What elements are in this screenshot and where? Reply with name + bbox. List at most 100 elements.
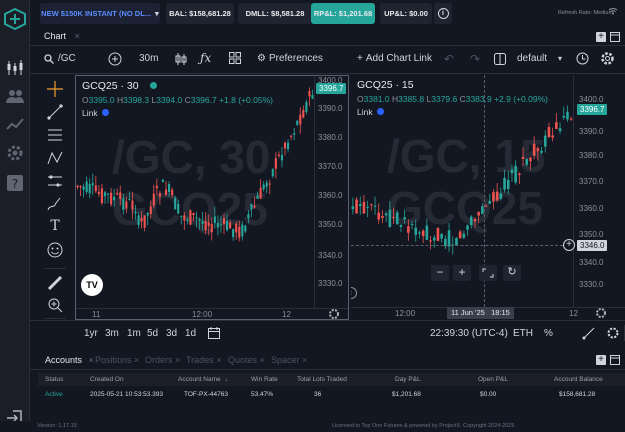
users-icon[interactable]	[5, 86, 25, 106]
function-icon[interactable]: ƒx	[200, 51, 211, 65]
add-tab-icon[interactable]: +	[596, 32, 606, 42]
candle-body	[296, 120, 299, 125]
fit-screen-button[interactable]	[479, 265, 497, 281]
tab-chart[interactable]: Chart ×	[44, 31, 80, 41]
y-axis-label: 3400.0	[579, 95, 604, 104]
close-icon[interactable]: ×	[89, 355, 94, 365]
symbol-input[interactable]: /GC	[58, 53, 76, 64]
candle-body	[82, 186, 85, 190]
cell-open-pnl: $0.00	[480, 391, 497, 398]
col-status[interactable]: Status	[45, 376, 63, 383]
templates-icon[interactable]	[229, 52, 241, 64]
undo-icon[interactable]: ↶	[444, 52, 454, 66]
tab-trades[interactable]: Trades ×	[186, 355, 221, 365]
accounts-table-header: Status Created On Account Name ↓ Win Rat…	[38, 373, 625, 386]
ruler-icon[interactable]	[46, 274, 64, 292]
pane-settings-icon[interactable]	[328, 308, 340, 319]
settings-icon[interactable]	[600, 51, 615, 66]
emoji-icon[interactable]	[46, 241, 64, 259]
link-row[interactable]: Link	[82, 108, 109, 118]
pattern-icon[interactable]	[46, 149, 64, 167]
account-select[interactable]: NEW $150K INSTANT (NO DL... ▾	[40, 3, 160, 24]
close-icon[interactable]: ×	[260, 355, 265, 365]
close-icon[interactable]: ×	[216, 355, 221, 365]
tab-orders[interactable]: Orders ×	[145, 355, 180, 365]
add-order-icon[interactable]: +	[563, 239, 575, 251]
zoom-in-icon[interactable]	[46, 296, 64, 314]
zoom-out-button[interactable]: −	[431, 265, 449, 281]
info-button[interactable]: i	[434, 3, 452, 24]
brand-logo-icon	[4, 8, 26, 30]
chart-settings-icon[interactable]	[606, 326, 620, 340]
redo-icon[interactable]: ↷	[470, 52, 480, 66]
col-total-lots[interactable]: Total Lots Traded	[297, 376, 347, 383]
range-3m[interactable]: 3m	[105, 328, 119, 339]
chart-candles-icon[interactable]	[5, 58, 25, 78]
search-icon[interactable]	[44, 54, 54, 64]
percent-toggle[interactable]: %	[544, 328, 553, 339]
gear-icon[interactable]	[5, 143, 25, 163]
close-icon[interactable]: ×	[134, 355, 139, 365]
brush-icon[interactable]	[46, 195, 64, 213]
crosshair-icon[interactable]	[46, 80, 64, 98]
link-row[interactable]: Link	[357, 107, 384, 117]
clock-text[interactable]: 22:39:30 (UTC-4)	[430, 328, 508, 339]
tab-spacer[interactable]: Spacer ×	[271, 355, 307, 365]
text-tool-icon[interactable]: T	[46, 218, 64, 236]
help-icon[interactable]: ?	[5, 173, 25, 193]
close-icon[interactable]: ×	[75, 31, 80, 41]
preferences-button[interactable]: ⚙ Preferences	[257, 53, 323, 64]
chart-pane-30m[interactable]: /GC, 30 GCQ25 GCQ25 · 30 O3395.0 H3398.3…	[75, 75, 349, 320]
window-icon[interactable]	[610, 355, 620, 365]
candle-body	[399, 225, 403, 227]
window-icon[interactable]	[610, 32, 620, 42]
candle-body	[403, 217, 406, 220]
zoom-in-button[interactable]: +	[453, 265, 471, 281]
col-open-pnl[interactable]: Open P&L	[478, 376, 508, 383]
trend-line-icon[interactable]	[46, 103, 64, 121]
y-axis-label: 3360.0	[318, 191, 343, 200]
range-1d[interactable]: 1d	[185, 328, 196, 339]
pane-settings-icon[interactable]	[595, 307, 607, 319]
interval-select[interactable]: 30m	[139, 53, 158, 64]
tab-positions[interactable]: Positions ×	[95, 355, 139, 365]
layout-select[interactable]: default	[517, 53, 547, 64]
range-1yr[interactable]: 1yr	[84, 328, 98, 339]
alert-clock-icon[interactable]	[576, 52, 589, 65]
close-icon[interactable]: ×	[175, 355, 180, 365]
tab-quotes[interactable]: Quotes ×	[228, 355, 265, 365]
draw-line-icon[interactable]	[582, 326, 596, 340]
bar-style-icon[interactable]	[175, 52, 187, 66]
rpl-text: RP&L: $1,201.68	[313, 9, 373, 18]
calendar-icon[interactable]	[208, 327, 220, 339]
tab-accounts[interactable]: Accounts ×	[45, 355, 94, 365]
candle-body	[432, 237, 436, 241]
chevron-down-icon[interactable]: ▾	[558, 54, 562, 63]
range-3d[interactable]: 3d	[166, 328, 177, 339]
reset-icon[interactable]: ↻	[503, 265, 521, 281]
split-layout-icon[interactable]	[494, 53, 506, 65]
trend-icon[interactable]	[5, 114, 25, 134]
col-account-name-label: Account Name	[178, 376, 221, 383]
range-5d[interactable]: 5d	[147, 328, 158, 339]
col-day-pnl[interactable]: Day P&L	[395, 376, 421, 383]
session-select[interactable]: ETH	[513, 328, 533, 339]
candle-body	[536, 148, 540, 152]
add-indicator-icon[interactable]	[108, 52, 122, 66]
col-account-balance[interactable]: Account Balance	[554, 376, 603, 383]
col-account-name[interactable]: Account Name ↓	[178, 376, 228, 383]
col-win-rate[interactable]: Win Rate	[251, 376, 278, 383]
x-axis-label: 12:00	[395, 309, 416, 318]
range-1m[interactable]: 1m	[127, 328, 141, 339]
fib-icon[interactable]	[46, 126, 64, 144]
candle-body	[293, 133, 296, 135]
candle-body	[247, 213, 250, 219]
candle-body	[146, 212, 149, 216]
candle-body	[440, 233, 443, 239]
col-created-on[interactable]: Created On	[90, 376, 124, 383]
add-chart-link-button[interactable]: + Add Chart Link	[357, 53, 432, 64]
add-tab-icon[interactable]: +	[596, 355, 606, 365]
position-tool-icon[interactable]	[46, 172, 64, 190]
close-icon[interactable]: ×	[302, 355, 307, 365]
chart-pane-15m[interactable]: /GC, 15 GCQ25 GCQ25 · 15 O3381.0 H3385.8…	[351, 75, 625, 320]
